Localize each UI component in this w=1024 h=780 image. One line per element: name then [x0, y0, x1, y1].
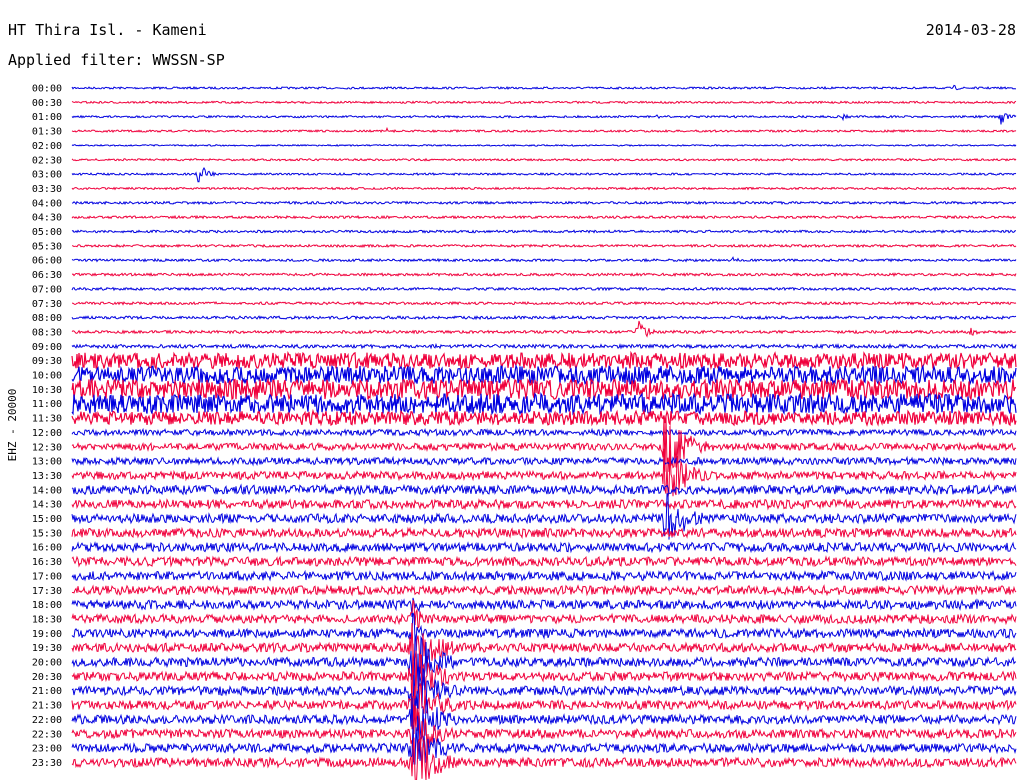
trace-line	[71, 126, 1017, 134]
time-label: 22:00	[32, 715, 62, 726]
trace-line	[71, 498, 1017, 511]
time-label: 02:00	[32, 141, 62, 152]
trace-line	[71, 229, 1016, 234]
time-label: 21:00	[32, 686, 62, 697]
trace-line	[71, 541, 1017, 554]
trace-line	[71, 143, 1017, 147]
trace-line	[71, 256, 1017, 263]
time-label: 15:00	[32, 514, 62, 525]
time-label: 12:00	[32, 428, 62, 439]
time-label: 19:00	[32, 629, 62, 640]
trace-line	[71, 597, 1017, 617]
time-label: 13:00	[32, 457, 62, 468]
trace-line	[71, 427, 1017, 438]
time-label: 01:30	[32, 127, 62, 138]
time-label: 12:30	[32, 442, 62, 453]
trace-line	[71, 583, 1017, 597]
time-label: 08:00	[32, 313, 62, 324]
trace-line	[71, 350, 1017, 371]
y-axis-label: EHZ - 20000	[6, 389, 19, 462]
time-label: 18:30	[32, 614, 62, 625]
time-label: 04:30	[32, 213, 62, 224]
time-label: 00:00	[32, 84, 62, 95]
time-label: 20:30	[32, 672, 62, 683]
date-label: 2014-03-28	[926, 21, 1016, 39]
trace-line	[71, 408, 1017, 427]
trace-line	[71, 320, 1017, 338]
time-label: 14:00	[32, 485, 62, 496]
time-label: 00:30	[32, 98, 62, 109]
trace-line	[71, 286, 1017, 292]
time-label: 07:30	[32, 299, 62, 310]
time-label: 06:00	[32, 256, 62, 267]
trace-line	[71, 634, 1017, 692]
trace-line	[71, 736, 1017, 780]
station-title: HT Thira Isl. - Kameni	[8, 21, 207, 39]
time-label: 10:00	[32, 371, 62, 382]
time-label: 11:30	[32, 414, 62, 425]
time-label: 14:30	[32, 500, 62, 511]
trace-line	[71, 342, 1017, 350]
time-label: 08:30	[32, 327, 62, 338]
time-label: 20:00	[32, 658, 62, 669]
time-label: 16:00	[32, 543, 62, 554]
trace-line	[71, 100, 1017, 105]
time-label: 22:30	[32, 729, 62, 740]
time-label: 23:00	[32, 744, 62, 755]
time-label: 23:30	[32, 758, 62, 769]
time-label: 17:30	[32, 586, 62, 597]
trace-line	[71, 200, 1017, 206]
time-label: 04:00	[32, 198, 62, 209]
filter-label: Applied filter: WWSSN-SP	[8, 51, 225, 69]
time-label: 03:00	[32, 170, 62, 181]
trace-line	[71, 526, 1017, 540]
trace-line	[71, 113, 1017, 125]
trace-group	[71, 84, 1017, 780]
trace-line	[71, 455, 1017, 467]
time-label: 19:30	[32, 643, 62, 654]
trace-line	[71, 272, 1017, 278]
trace-line	[71, 186, 1017, 191]
time-label: 15:30	[32, 528, 62, 539]
time-label: 07:00	[32, 284, 62, 295]
time-label: 01:00	[32, 112, 62, 123]
trace-line	[71, 483, 1017, 496]
trace-line	[71, 555, 1017, 568]
trace-line	[71, 166, 1017, 183]
time-label: 21:30	[32, 701, 62, 712]
time-label: 02:30	[32, 155, 62, 166]
time-label: 17:00	[32, 571, 62, 582]
time-label: 06:30	[32, 270, 62, 281]
trace-line	[71, 243, 1017, 249]
time-label: 09:30	[32, 356, 62, 367]
trace-line	[71, 569, 1017, 582]
trace-line	[71, 314, 1017, 321]
trace-line	[71, 157, 1017, 162]
time-label: 13:30	[32, 471, 62, 482]
helicorder-plot: HT Thira Isl. - Kameni 2014-03-28 Applie…	[6, 21, 1017, 780]
time-label: 18:00	[32, 600, 62, 611]
time-label: 09:00	[32, 342, 62, 353]
time-label: 05:00	[32, 227, 62, 238]
trace-line	[71, 643, 1017, 710]
time-label: 03:30	[32, 184, 62, 195]
time-label: 16:30	[32, 557, 62, 568]
time-label: 10:30	[32, 385, 62, 396]
trace-line	[71, 84, 1017, 91]
trace-line	[71, 214, 1016, 220]
time-label: 11:00	[32, 399, 62, 410]
trace-line	[71, 704, 1017, 763]
trace-line	[71, 392, 1017, 416]
time-label-group: 00:00 00:30 01:00 01:30 02:00 02:30 03:00 03:30…	[32, 84, 62, 769]
trace-line	[71, 300, 1017, 306]
time-label: 05:30	[32, 241, 62, 252]
